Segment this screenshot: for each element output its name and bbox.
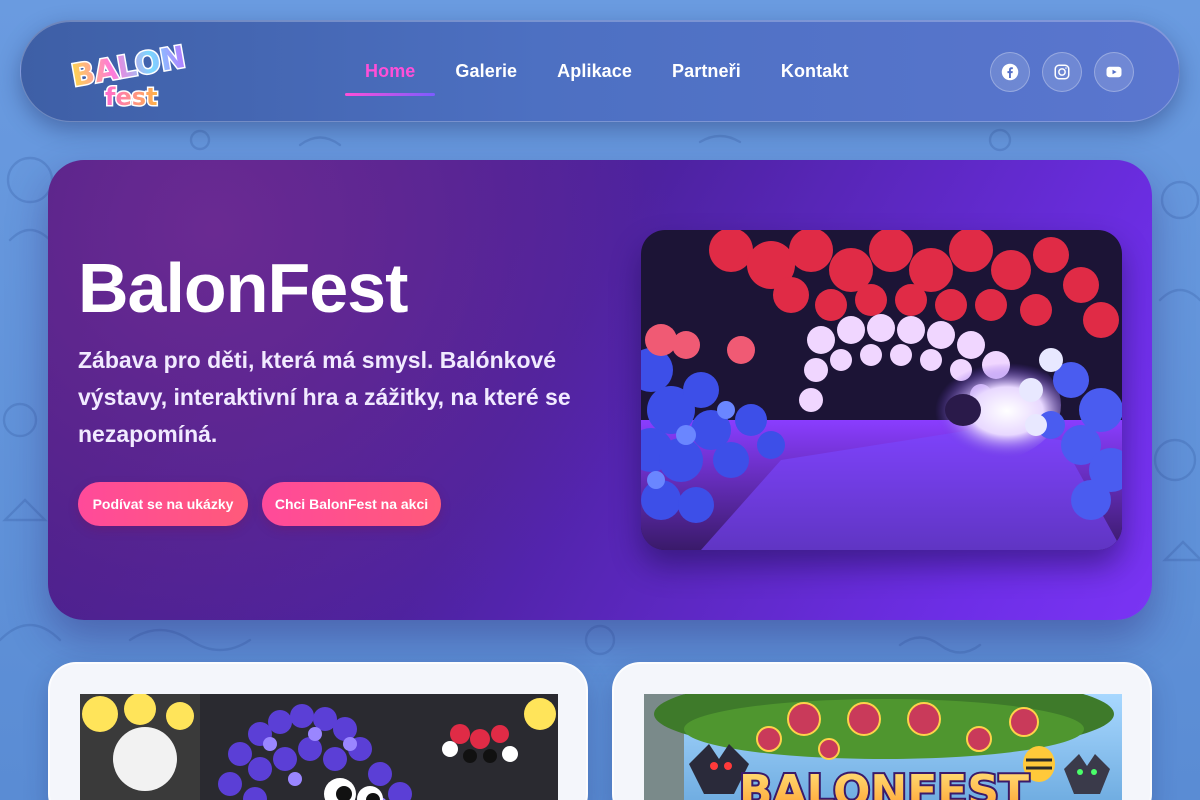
- nav-link-aplikace[interactable]: Aplikace: [557, 61, 632, 82]
- youtube-icon: [1106, 66, 1122, 78]
- youtube-button[interactable]: [1094, 52, 1134, 92]
- facebook-button[interactable]: [990, 52, 1030, 92]
- show-samples-button[interactable]: Podívat se na ukázky: [78, 482, 248, 526]
- main-nav: Home Galerie Aplikace Partneři Kontakt: [344, 21, 889, 121]
- hero-section: BalonFest Zábava pro děti, která má smys…: [48, 160, 1152, 620]
- book-balonfest-button[interactable]: Chci BalonFest na akci: [262, 482, 441, 526]
- svg-text:fest: fest: [105, 83, 157, 111]
- balloon-sculpture-photo: [80, 694, 558, 800]
- hero-title: BalonFest: [78, 249, 408, 327]
- balonfest-logo[interactable]: BALON fest: [67, 35, 209, 113]
- facebook-icon: [1001, 63, 1019, 81]
- navbar: BALON fest Home Galerie Aplikace Partneř…: [20, 20, 1180, 122]
- nav-link-partneri[interactable]: Partneři: [672, 61, 741, 82]
- feature-card-1[interactable]: [48, 662, 588, 800]
- instagram-icon: [1054, 64, 1070, 80]
- nav-link-home[interactable]: Home: [344, 61, 437, 96]
- nav-link-kontakt[interactable]: Kontakt: [781, 61, 849, 82]
- feature-card-2[interactable]: BALONFEST: [612, 662, 1152, 800]
- nav-link-galerie[interactable]: Galerie: [455, 61, 517, 82]
- svg-text:BALONFEST: BALONFEST: [739, 766, 1029, 800]
- balloon-tunnel-photo: [641, 230, 1122, 550]
- instagram-button[interactable]: [1042, 52, 1082, 92]
- balonfest-game-artwork: BALONFEST: [644, 694, 1122, 800]
- hero-subtitle: Zábava pro děti, která má smysl. Balónko…: [78, 347, 571, 447]
- social-links: [990, 52, 1134, 92]
